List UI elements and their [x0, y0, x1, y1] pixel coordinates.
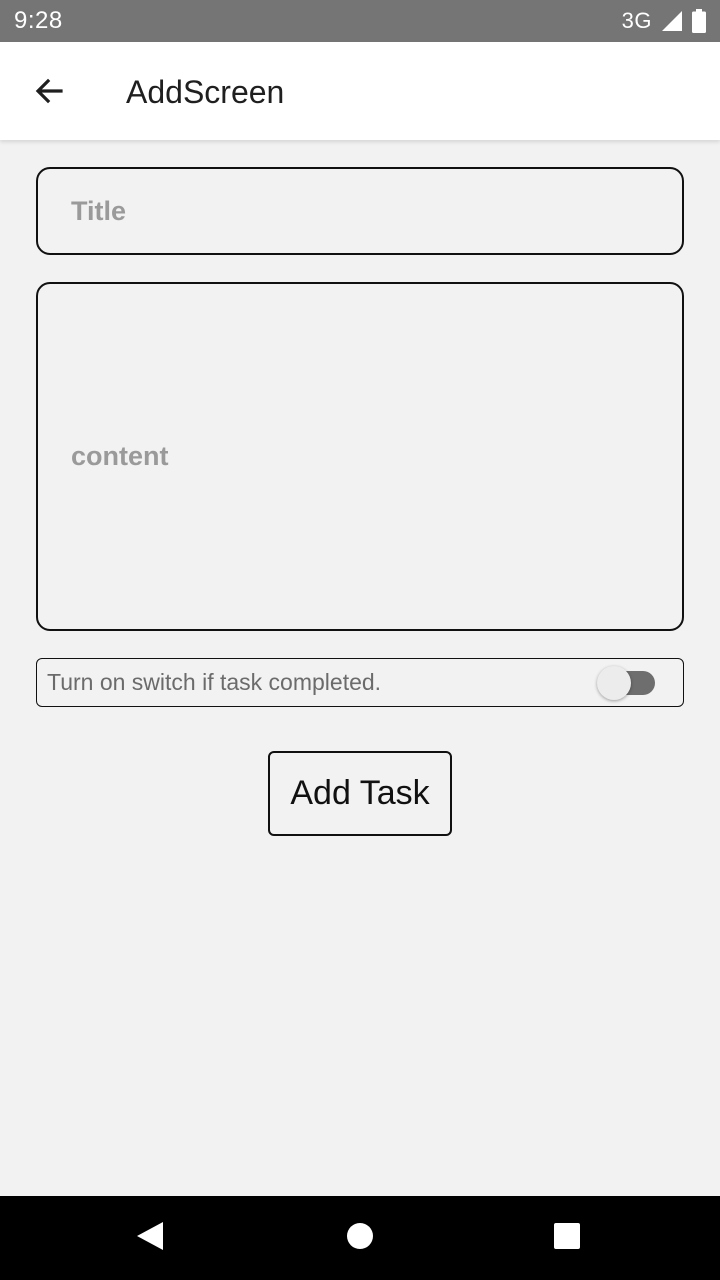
recents-square-icon [553, 1222, 581, 1255]
completed-switch[interactable] [597, 665, 657, 700]
arrow-back-icon [33, 75, 65, 112]
network-type: 3G [621, 8, 652, 33]
nav-back-button[interactable] [122, 1210, 178, 1266]
switch-thumb [597, 665, 631, 700]
app-bar: AddScreen [0, 42, 720, 140]
signal-icon [660, 9, 684, 33]
status-time: 9:28 [14, 7, 63, 34]
completed-switch-row: Turn on switch if task completed. [36, 658, 684, 707]
nav-recents-button[interactable] [539, 1210, 595, 1266]
add-task-button[interactable]: Add Task [268, 751, 452, 836]
back-triangle-icon [135, 1220, 165, 1257]
status-bar: 9:28 3G [0, 0, 720, 42]
back-button[interactable] [22, 66, 76, 120]
nav-home-button[interactable] [332, 1210, 388, 1266]
content-input[interactable]: content [36, 282, 684, 631]
home-circle-icon [346, 1222, 374, 1255]
completed-switch-label: Turn on switch if task completed. [47, 669, 382, 695]
status-icons: 3G [622, 8, 706, 34]
title-input[interactable] [36, 167, 684, 255]
content-placeholder: content [71, 441, 169, 471]
page-title: AddScreen [126, 74, 285, 110]
battery-icon [692, 9, 706, 33]
navigation-bar [0, 1196, 720, 1280]
